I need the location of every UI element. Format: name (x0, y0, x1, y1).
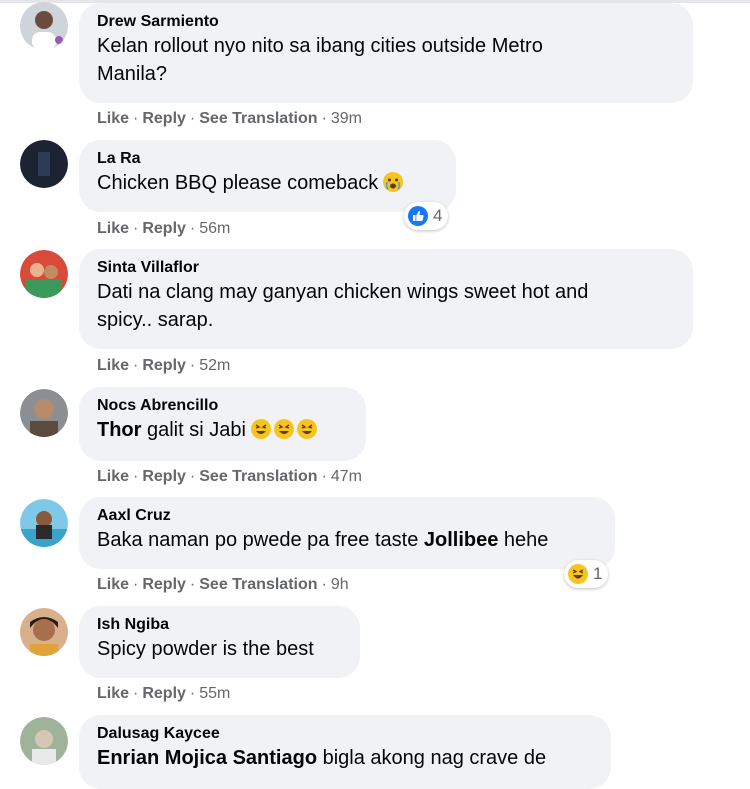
like-link[interactable]: Like (97, 685, 129, 702)
avatar[interactable] (20, 717, 68, 765)
reply-link[interactable]: Reply (142, 110, 186, 127)
comment-author[interactable]: Nocs Abrencillo (97, 396, 348, 416)
timestamp[interactable]: 39m (331, 110, 362, 127)
reply-link[interactable]: Reply (142, 357, 186, 374)
comment-actions: Like · Reply · See Translation · 47m (97, 468, 362, 485)
like-link[interactable]: Like (97, 220, 129, 237)
like-link[interactable]: Like (97, 468, 129, 485)
timestamp[interactable]: 56m (199, 220, 230, 237)
comment-bubble: Sinta Villaflor Dati na clang may ganyan… (79, 249, 693, 349)
comment-text: Dati na clang may ganyan chicken wings s… (97, 281, 589, 331)
comment-bubble: Nocs Abrencillo Thor galit si Jabi (79, 387, 366, 461)
reply-link[interactable]: Reply (142, 468, 186, 485)
timestamp[interactable]: 9h (331, 576, 349, 593)
timestamp[interactable]: 47m (331, 468, 362, 485)
haha-reaction-icon (568, 564, 588, 584)
avatar[interactable] (20, 250, 68, 298)
reply-link[interactable]: Reply (142, 685, 186, 702)
comment-author[interactable]: Aaxl Cruz (97, 506, 597, 526)
mention-link[interactable]: Thor (97, 419, 141, 441)
comment-actions: Like · Reply · See Translation · 39m (97, 110, 362, 127)
mention-link[interactable]: Jollibee (424, 529, 498, 551)
reaction-badge[interactable]: 4 (404, 202, 449, 230)
comment-bubble: La Ra Chicken BBQ please comeback (79, 140, 456, 212)
mention-link[interactable]: Enrian Mojica Santiago (97, 747, 317, 769)
comment-bubble: Dalusag Kaycee Enrian Mojica Santiago bi… (79, 715, 611, 789)
see-translation-link[interactable]: See Translation (199, 468, 317, 485)
rolling-laughing-icon (296, 418, 318, 440)
like-link[interactable]: Like (97, 576, 129, 593)
comment-actions: Like · Reply · 55m (97, 685, 231, 702)
comment-text: Kelan rollout nyo nito sa ibang cities o… (97, 35, 543, 85)
comment-author[interactable]: La Ra (97, 149, 438, 169)
comment-author[interactable]: Drew Sarmiento (97, 12, 675, 32)
comment-text: Thor galit si Jabi (97, 416, 348, 444)
rolling-laughing-icon (273, 418, 295, 440)
comment-text: Spicy powder is the best (97, 638, 314, 660)
comment-bubble: Ish Ngiba Spicy powder is the best (79, 606, 360, 678)
comment-actions: Like · Reply · See Translation · 9h (97, 576, 349, 593)
reply-link[interactable]: Reply (142, 220, 186, 237)
avatar[interactable] (20, 2, 68, 50)
rolling-laughing-icon (250, 418, 272, 440)
comment-actions: Like · Reply · 52m (97, 357, 231, 374)
comment-text: Baka naman po pwede pa free taste Jollib… (97, 529, 549, 551)
comment-author[interactable]: Sinta Villaflor (97, 258, 675, 278)
comment-actions: Like · Reply · 56m (97, 220, 231, 237)
comment-author[interactable]: Dalusag Kaycee (97, 724, 593, 744)
see-translation-link[interactable]: See Translation (199, 576, 317, 593)
avatar[interactable] (20, 140, 68, 188)
comment-bubble: Aaxl Cruz Baka naman po pwede pa free ta… (79, 497, 615, 569)
comment-text: Chicken BBQ please comeback (97, 169, 438, 197)
avatar[interactable] (20, 499, 68, 547)
reply-link[interactable]: Reply (142, 576, 186, 593)
comment-author[interactable]: Ish Ngiba (97, 615, 342, 635)
timestamp[interactable]: 55m (199, 685, 230, 702)
crying-face-icon (382, 171, 404, 193)
comment-text: Enrian Mojica Santiago bigla akong nag c… (97, 747, 547, 769)
like-link[interactable]: Like (97, 110, 129, 127)
like-reaction-icon (408, 206, 428, 226)
timestamp[interactable]: 52m (199, 357, 230, 374)
like-link[interactable]: Like (97, 357, 129, 374)
see-translation-link[interactable]: See Translation (199, 110, 317, 127)
comment-bubble: Drew Sarmiento Kelan rollout nyo nito sa… (79, 3, 693, 103)
avatar[interactable] (20, 389, 68, 437)
avatar[interactable] (20, 608, 68, 656)
reaction-badge[interactable]: 1 (564, 560, 609, 588)
